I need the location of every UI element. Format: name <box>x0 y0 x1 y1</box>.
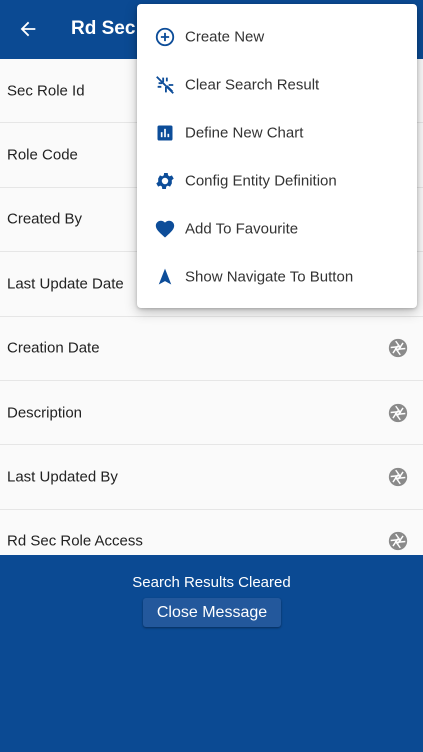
field-label: Last Update Date <box>7 275 124 293</box>
menu-item-label: Create New <box>185 28 265 46</box>
add-circle-icon <box>155 27 175 47</box>
aperture-icon[interactable] <box>387 337 409 359</box>
menu-item-show-navigate[interactable]: Show Navigate To Button <box>137 253 417 301</box>
navigation-arrow-icon <box>158 268 172 285</box>
close-message-button[interactable]: Close Message <box>143 598 281 627</box>
menu-item-define-chart[interactable]: Define New Chart <box>137 109 417 157</box>
menu-item-add-favourite[interactable]: Add To Favourite <box>137 205 417 253</box>
aperture-icon[interactable] <box>387 402 409 424</box>
back-button[interactable] <box>14 15 42 43</box>
clear-search-icon <box>156 76 174 94</box>
menu-item-config-entity[interactable]: Config Entity Definition <box>137 157 417 205</box>
field-label: Role Code <box>7 146 78 164</box>
field-label: Rd Sec Role Access <box>7 532 143 550</box>
arrow-left-icon <box>20 21 36 37</box>
menu-item-label: Clear Search Result <box>185 76 320 94</box>
gear-icon <box>156 173 174 189</box>
menu-item-label: Define New Chart <box>185 124 304 142</box>
aperture-icon[interactable] <box>387 530 409 552</box>
field-label: Sec Role Id <box>7 82 85 100</box>
menu-item-clear-search[interactable]: Clear Search Result <box>137 61 417 109</box>
heart-icon <box>155 220 175 238</box>
list-item[interactable]: Creation Date <box>0 316 423 381</box>
list-item[interactable]: Description <box>0 380 423 446</box>
field-label: Created By <box>7 210 83 228</box>
menu-item-label: Add To Favourite <box>185 220 299 238</box>
aperture-icon[interactable] <box>387 466 409 488</box>
menu-item-label: Show Navigate To Button <box>185 268 354 286</box>
list-item[interactable]: Last Updated By <box>0 445 423 510</box>
chart-icon <box>157 125 173 141</box>
menu-item-create-new[interactable]: Create New <box>137 13 417 61</box>
toast-message-panel: Search Results Cleared Close Message <box>0 555 423 752</box>
field-label: Description <box>7 404 83 422</box>
field-label: Last Updated By <box>7 468 118 486</box>
field-label: Creation Date <box>7 339 100 357</box>
toast-text: Search Results Cleared <box>132 574 291 591</box>
overflow-menu: Create New Clear Search Result Define Ne… <box>137 4 417 308</box>
menu-item-label: Config Entity Definition <box>185 172 337 190</box>
